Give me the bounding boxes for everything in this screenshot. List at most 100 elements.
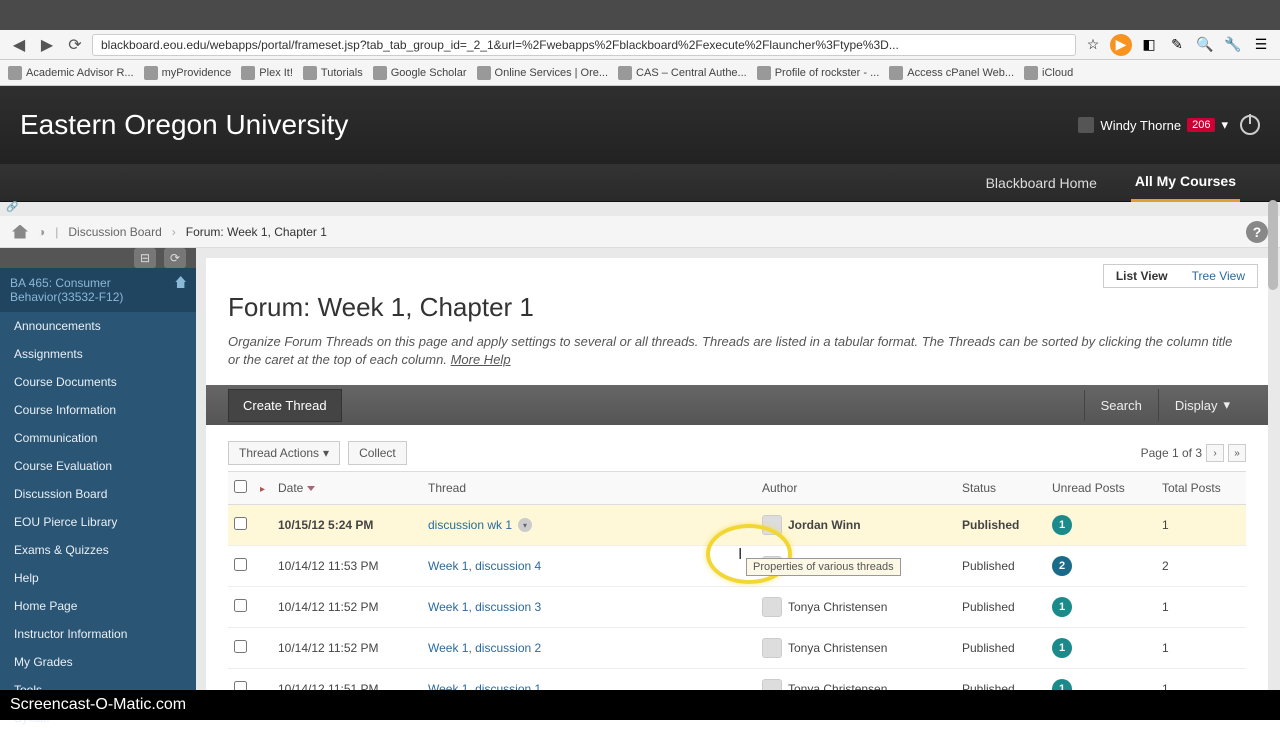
breadcrumb-toggle-icon[interactable]: ◑	[38, 225, 45, 239]
unread-badge[interactable]: 1	[1052, 515, 1072, 535]
bookmark-item[interactable]: Google Scholar	[373, 66, 467, 80]
row-checkbox[interactable]	[234, 681, 247, 690]
logout-button[interactable]	[1240, 115, 1260, 135]
tree-view-button[interactable]: Tree View	[1180, 265, 1257, 287]
column-header-total[interactable]: Total Posts	[1156, 472, 1246, 505]
sidebar-item-course-documents[interactable]: Course Documents	[0, 368, 196, 396]
display-dropdown[interactable]: Display▾	[1158, 389, 1246, 421]
row-checkbox[interactable]	[234, 640, 247, 653]
unread-badge[interactable]: 2	[1052, 556, 1072, 576]
thread-link[interactable]: Week 1, discussion 2	[428, 641, 541, 655]
sidebar-item-assignments[interactable]: Assignments	[0, 340, 196, 368]
forum-content: List View Tree View Forum: Week 1, Chapt…	[206, 258, 1268, 690]
sidebar-expand-button[interactable]: ⊟	[134, 248, 156, 268]
thread-link[interactable]: Week 1, discussion 4	[428, 559, 541, 573]
sidebar-item-communication[interactable]: Communication	[0, 424, 196, 452]
bookmark-item[interactable]: CAS – Central Authe...	[618, 66, 747, 80]
column-header-author[interactable]: Author	[756, 472, 956, 505]
scrollbar[interactable]	[1268, 200, 1278, 290]
tooltip: Properties of various threads	[746, 558, 901, 576]
sidebar-item-help[interactable]: Help	[0, 564, 196, 592]
flag-icon[interactable]: ▸	[260, 484, 265, 495]
sidebar-item-announcements[interactable]: Announcements	[0, 312, 196, 340]
home-icon[interactable]	[12, 225, 28, 239]
course-menu: Announcements Assignments Course Documen…	[0, 312, 196, 732]
course-title[interactable]: BA 465: Consumer Behavior(33532-F12)	[10, 276, 175, 304]
university-name: Eastern Oregon University	[20, 109, 348, 141]
bookmark-item[interactable]: Online Services | Ore...	[477, 66, 609, 80]
column-header-date[interactable]: Date	[278, 481, 416, 495]
table-row: 10/14/12 11:53 PMWeek 1, discussion 4Ton…	[228, 546, 1246, 587]
column-header-thread[interactable]: Thread	[422, 472, 756, 505]
sidebar-item-eou-pierce-library[interactable]: EOU Pierce Library	[0, 508, 196, 536]
avatar	[762, 515, 782, 535]
cell-status: Published	[956, 505, 1046, 546]
forum-title: Forum: Week 1, Chapter 1	[228, 292, 1246, 323]
breadcrumb-current: Forum: Week 1, Chapter 1	[186, 225, 327, 239]
column-header-status[interactable]: Status	[956, 472, 1046, 505]
row-checkbox[interactable]	[234, 599, 247, 612]
bookmark-item[interactable]: Profile of rockster - ...	[757, 66, 880, 80]
user-menu[interactable]: Windy Thorne 206 ▾	[1078, 117, 1228, 133]
cell-author: Jordan Winn	[762, 515, 950, 535]
row-checkbox[interactable]	[234, 517, 247, 530]
sidebar-item-course-evaluation[interactable]: Course Evaluation	[0, 452, 196, 480]
bookmark-item[interactable]: Tutorials	[303, 66, 363, 80]
bookmark-item[interactable]: iCloud	[1024, 66, 1073, 80]
nav-blackboard-home[interactable]: Blackboard Home	[982, 165, 1101, 201]
sidebar-item-course-information[interactable]: Course Information	[0, 396, 196, 424]
unread-badge[interactable]: 1	[1052, 638, 1072, 658]
extension-icon-2[interactable]: ◧	[1138, 34, 1160, 56]
pager: Page 1 of 3 › »	[1141, 444, 1246, 462]
cell-status: Published	[956, 546, 1046, 587]
bookmark-item[interactable]: myProvidence	[144, 66, 232, 80]
thread-link[interactable]: Week 1, discussion 3	[428, 600, 541, 614]
thread-link[interactable]: discussion wk 1 ▾	[428, 518, 532, 532]
bookmark-item[interactable]: Academic Advisor R...	[8, 66, 134, 80]
row-checkbox[interactable]	[234, 558, 247, 571]
search-button[interactable]: Search	[1084, 390, 1158, 421]
course-home-icon[interactable]	[175, 276, 186, 288]
unread-badge[interactable]: 1	[1052, 679, 1072, 690]
pager-next-button[interactable]: ›	[1206, 444, 1224, 462]
cell-total: 1	[1156, 669, 1246, 690]
cell-author: Tonya Christensen	[762, 638, 950, 658]
sidebar-item-instructor-information[interactable]: Instructor Information	[0, 620, 196, 648]
collect-button[interactable]: Collect	[348, 441, 407, 465]
extension-icon-3[interactable]: ✎	[1166, 34, 1188, 56]
help-button[interactable]: ?	[1246, 221, 1268, 243]
sidebar-item-home-page[interactable]: Home Page	[0, 592, 196, 620]
table-row: 10/14/12 11:52 PMWeek 1, discussion 3Ton…	[228, 587, 1246, 628]
thread-actions-dropdown[interactable]: Thread Actions▾	[228, 441, 340, 465]
nav-all-my-courses[interactable]: All My Courses	[1131, 163, 1240, 202]
reload-button[interactable]: ⟳	[64, 34, 86, 56]
table-row: 10/15/12 5:24 PMdiscussion wk 1 ▾Jordan …	[228, 505, 1246, 546]
thread-menu-icon[interactable]: ▾	[518, 518, 532, 532]
extension-icon[interactable]: ▶	[1110, 34, 1132, 56]
cell-date: 10/14/12 11:53 PM	[272, 546, 422, 587]
sidebar-item-my-grades[interactable]: My Grades	[0, 648, 196, 676]
list-view-button[interactable]: List View	[1104, 265, 1180, 287]
wrench-icon[interactable]: 🔧	[1222, 34, 1244, 56]
select-all-checkbox[interactable]	[234, 480, 247, 493]
url-bar[interactable]: blackboard.eou.edu/webapps/portal/frames…	[92, 34, 1076, 56]
extension-icon-4[interactable]: 🔍	[1194, 34, 1216, 56]
sidebar-refresh-button[interactable]: ⟳	[164, 248, 186, 268]
blackboard-header: Eastern Oregon University Windy Thorne 2…	[0, 86, 1280, 164]
create-thread-button[interactable]: Create Thread	[228, 389, 342, 422]
sidebar-item-exams-quizzes[interactable]: Exams & Quizzes	[0, 536, 196, 564]
sidebar-item-discussion-board[interactable]: Discussion Board	[0, 480, 196, 508]
thread-link[interactable]: Week 1, discussion 1	[428, 682, 541, 690]
bookmark-star-icon[interactable]: ☆	[1082, 34, 1104, 56]
unread-badge[interactable]: 1	[1052, 597, 1072, 617]
thread-table: ▸ Date Thread Author Status Unread Posts…	[228, 471, 1246, 690]
bookmark-item[interactable]: Access cPanel Web...	[889, 66, 1014, 80]
pager-last-button[interactable]: »	[1228, 444, 1246, 462]
column-header-unread[interactable]: Unread Posts	[1046, 472, 1156, 505]
more-help-link[interactable]: More Help	[451, 352, 511, 367]
bookmark-item[interactable]: Plex It!	[241, 66, 293, 80]
forward-button[interactable]: ▶	[36, 34, 58, 56]
back-button[interactable]: ◀	[8, 34, 30, 56]
breadcrumb-link-discussion-board[interactable]: Discussion Board	[68, 225, 161, 239]
menu-icon[interactable]: ☰	[1250, 34, 1272, 56]
